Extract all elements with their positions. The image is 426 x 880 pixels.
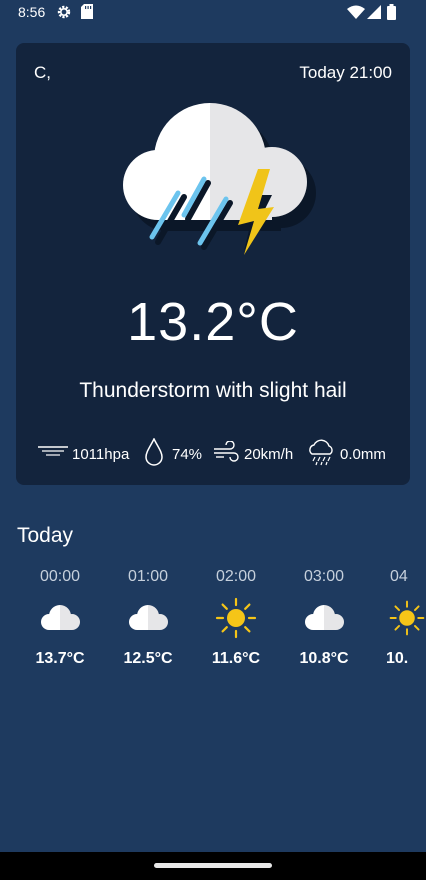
- location-label: C,: [34, 63, 51, 82]
- status-time: 8:56: [18, 4, 46, 20]
- humidity-value: 74%: [172, 445, 203, 463]
- hour-time: 02:00: [215, 568, 257, 585]
- home-gesture-handle[interactable]: [154, 863, 272, 868]
- rain-cloud-icon: [306, 438, 340, 470]
- hourly-section-title: Today: [17, 524, 74, 547]
- cloud-icon: [280, 588, 368, 648]
- hourly-item[interactable]: 03:00 10.8°C: [280, 566, 368, 670]
- hour-time: 00:00: [39, 568, 81, 585]
- hourly-item[interactable]: 02:00 11.6°C: [192, 566, 280, 670]
- hourly-item[interactable]: 01:00 12.5°C: [104, 566, 192, 670]
- drop-icon: [144, 437, 168, 470]
- wind-stat: 20km/h: [212, 437, 293, 471]
- precipitation-stat: 0.0mm: [306, 437, 386, 471]
- battery-icon: [387, 4, 396, 25]
- sd-card-icon: [81, 4, 93, 24]
- wifi-icon: [347, 5, 365, 24]
- weather-stats: 1011hpa 74% 20km/h 0.0mm: [16, 437, 410, 471]
- weather-description: Thunderstorm with slight hail: [79, 379, 347, 402]
- sun-icon: [368, 588, 426, 648]
- pressure-stat: 1011hpa: [38, 437, 129, 471]
- wind-icon: [212, 440, 244, 467]
- pressure-icon: [38, 445, 72, 463]
- current-temperature: 13.2°C: [127, 292, 299, 352]
- status-bar: 8:56: [0, 0, 426, 26]
- precipitation-value: 0.0mm: [340, 445, 386, 463]
- hour-temp: 12.5°C: [123, 650, 173, 667]
- thunderstorm-hail-icon: [100, 97, 330, 272]
- humidity-stat: 74%: [144, 437, 202, 471]
- hour-temp: 13.7°C: [35, 650, 85, 667]
- sun-icon: [192, 588, 280, 648]
- current-weather-card[interactable]: C, Today 21:00 13.2°C Thunderstorm with …: [16, 43, 410, 485]
- hour-temp: 11.6°C: [211, 650, 261, 667]
- navigation-bar: [0, 852, 426, 880]
- pressure-value: 1011hpa: [72, 445, 130, 463]
- hour-time: 04: [390, 568, 408, 585]
- cloud-icon: [104, 588, 192, 648]
- hour-temp: 10.8°C: [299, 650, 349, 667]
- cloud-icon: [16, 588, 104, 648]
- signal-icon: [367, 5, 381, 24]
- hour-time: 01:00: [127, 568, 169, 585]
- hourly-item[interactable]: 04 10.: [368, 566, 426, 670]
- time-label: Today 21:00: [299, 63, 392, 82]
- gear-icon: [56, 4, 72, 25]
- hourly-item[interactable]: 00:00 13.7°C: [16, 566, 104, 670]
- hour-temp: 10.: [386, 650, 409, 667]
- hour-time: 03:00: [303, 568, 345, 585]
- hourly-forecast-list[interactable]: 00:00 13.7°C 01:00 12.5°C 02:00 11.6°C 0…: [0, 566, 426, 686]
- wind-value: 20km/h: [244, 445, 294, 463]
